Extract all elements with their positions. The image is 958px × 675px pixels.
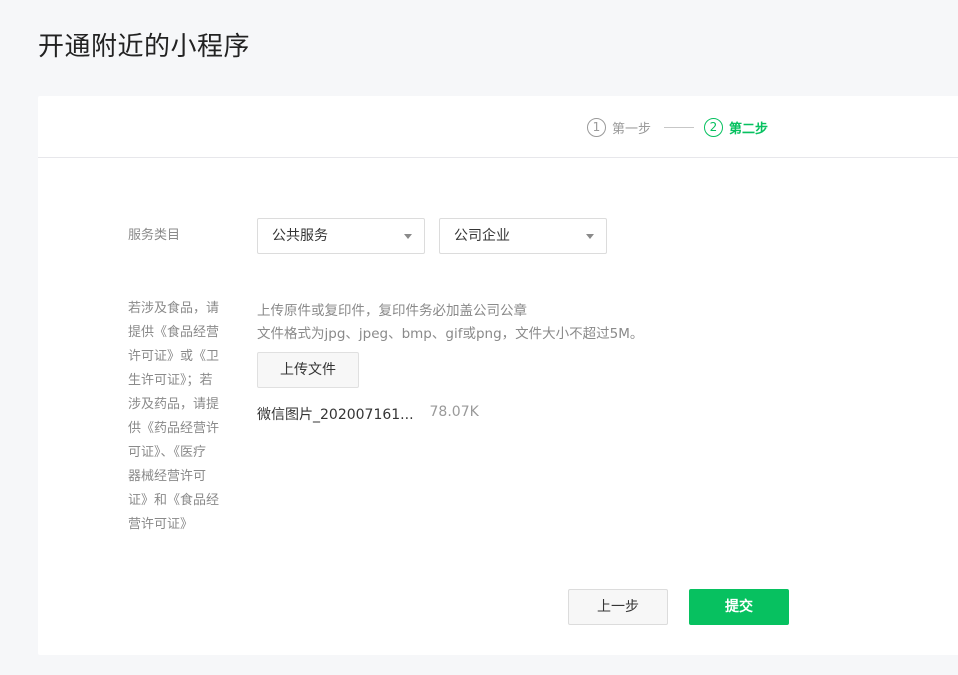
step-2-number-icon: 2 [704,117,723,137]
page-title: 开通附近的小程序 [38,32,251,62]
chevron-down-icon [404,234,412,239]
upload-hint-1: 上传原件或复印件，复印件务必加盖公司公章 [257,303,527,319]
license-label-line: 提供《食品经营 [128,325,220,340]
step-1-label: 第一步 [612,121,652,137]
upload-file-button[interactable]: 上传文件 [257,352,359,388]
license-label-line: 可证》、《医疗 [128,445,207,460]
license-label-line: 供《药品经营许 [128,421,220,436]
license-label-line: 若涉及食品，请 [128,301,220,316]
submit-button[interactable]: 提交 [689,589,789,625]
previous-step-button[interactable]: 上一步 [568,589,668,625]
license-label-line: 证》和《食品经 [128,493,220,508]
license-label-line: 生许可证》；若 [128,373,213,388]
license-label-line: 涉及药品，请提 [128,397,220,412]
primary-category-value: 公共服务 [272,228,328,244]
steps-bar: 1 第一步 2 第二步 [38,96,958,158]
license-label-line: 器械经营许可 [128,469,207,484]
license-label-line: 营许可证》 [128,517,194,532]
secondary-category-value: 公司企业 [454,228,510,244]
license-label: 若涉及食品，请 提供《食品经营 许可证》或《卫 生许可证》；若 涉及药品，请提 … [128,297,238,537]
uploaded-file[interactable]: 微信图片_202007161... 78.07K [257,404,479,424]
license-label-line: 许可证》或《卫 [128,349,220,364]
step-1-number-icon: 1 [587,117,606,137]
chevron-down-icon [586,234,594,239]
secondary-category-select[interactable]: 公司企业 [439,218,607,254]
file-name: 微信图片_202007161... [257,407,414,423]
upload-hint-2: 文件格式为jpg、jpeg、bmp、gif或png，文件大小不超过5M。 [257,326,644,342]
step-1: 1 第一步 [587,116,651,138]
step-2-label: 第二步 [729,121,769,137]
form-card: 1 第一步 2 第二步 服务类目 公共服务 公司企业 若涉及食品，请 提供《食品… [38,96,958,655]
step-2: 2 第二步 [704,116,768,138]
file-size: 78.07K [429,404,479,420]
step-connector [664,127,694,128]
primary-category-select[interactable]: 公共服务 [257,218,425,254]
service-category-label: 服务类目 [128,228,181,243]
